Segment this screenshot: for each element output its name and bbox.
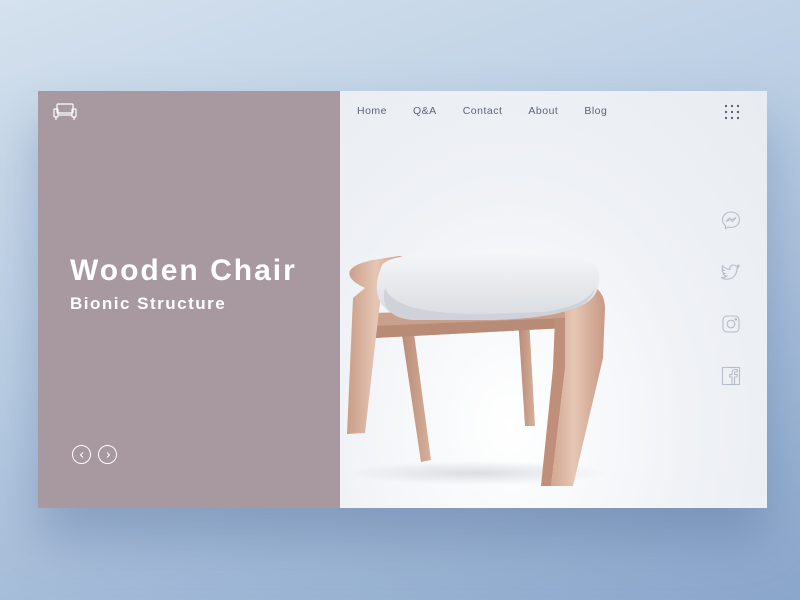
nav-home[interactable]: Home bbox=[357, 105, 387, 117]
chevron-right-icon bbox=[106, 451, 110, 458]
messenger-icon[interactable] bbox=[721, 210, 741, 230]
hero-subtitle: Bionic Structure bbox=[70, 294, 227, 313]
instagram-icon[interactable] bbox=[721, 314, 741, 334]
nav-blog[interactable]: Blog bbox=[584, 105, 607, 117]
carousel-controls bbox=[72, 445, 117, 464]
next-button[interactable] bbox=[98, 445, 117, 464]
main-nav: Home Q&A Contact About Blog bbox=[357, 105, 633, 117]
hero-card: Wooden Chair Bionic Structure Home Q&A C… bbox=[38, 91, 767, 508]
nav-qa[interactable]: Q&A bbox=[413, 105, 437, 117]
facebook-icon[interactable] bbox=[721, 366, 741, 386]
hero-title: Wooden Chair bbox=[70, 254, 297, 287]
wooden-chair-image bbox=[347, 254, 608, 486]
grid-dots-icon[interactable] bbox=[724, 104, 740, 120]
prev-button[interactable] bbox=[72, 445, 91, 464]
chevron-left-icon bbox=[79, 451, 83, 458]
left-color-panel: Wooden Chair Bionic Structure bbox=[38, 91, 340, 508]
nav-about[interactable]: About bbox=[528, 105, 558, 117]
nav-contact[interactable]: Contact bbox=[463, 105, 503, 117]
sofa-icon[interactable] bbox=[53, 102, 77, 122]
social-links bbox=[719, 210, 741, 386]
twitter-icon[interactable] bbox=[719, 262, 741, 282]
